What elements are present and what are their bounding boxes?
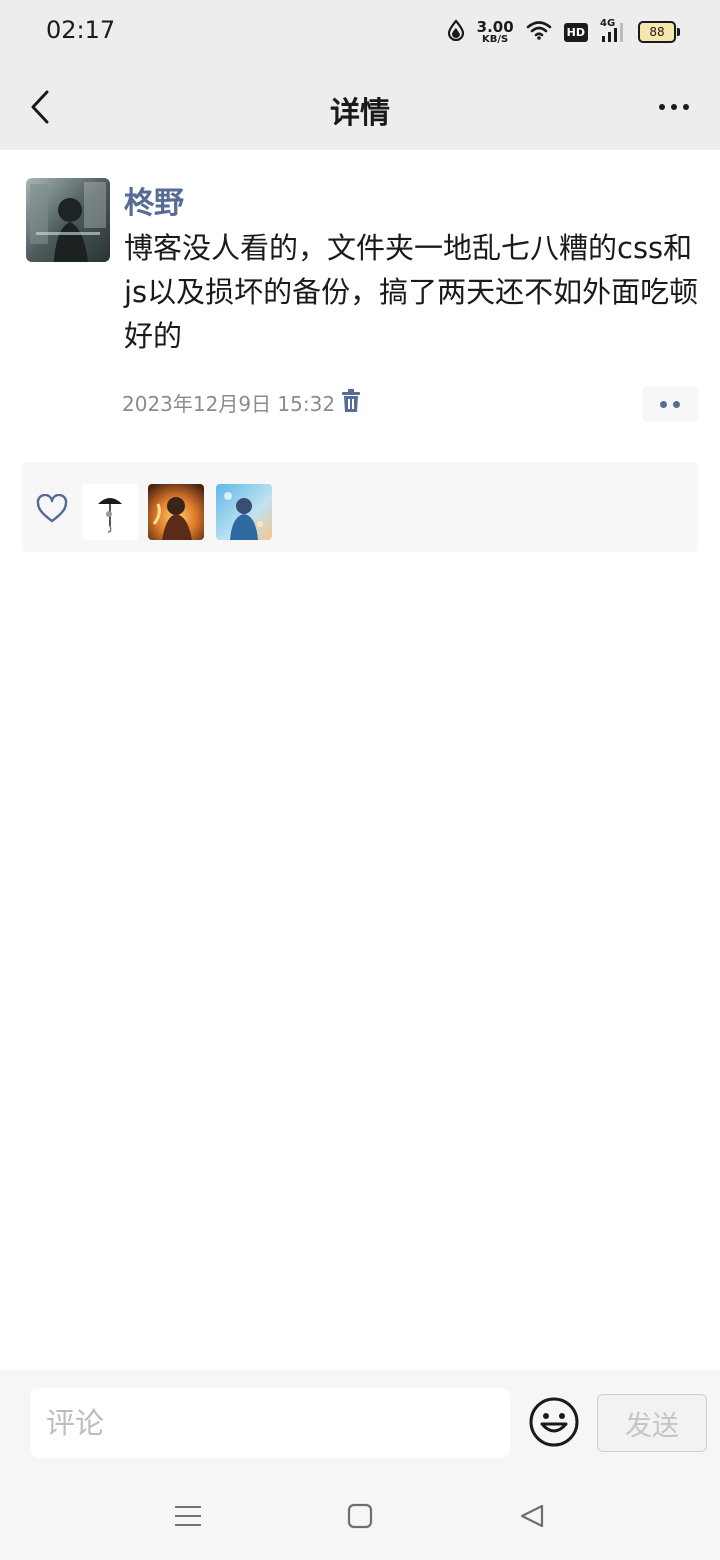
liker-avatar[interactable]: [82, 484, 138, 540]
triangle-back-icon: [520, 1504, 544, 1528]
more-dots-icon: [659, 104, 665, 110]
comment-bar: 发送: [0, 1370, 720, 1474]
post-timestamp: 2023年12月9日 15:32: [122, 392, 336, 416]
status-icons: 3.00 KB/S HD 4G 88: [447, 16, 680, 48]
delete-button[interactable]: [338, 386, 364, 416]
signal-label: 4G: [600, 18, 616, 29]
send-button[interactable]: 发送: [597, 1394, 707, 1452]
battery-indicator: 88: [638, 21, 680, 43]
home-button[interactable]: [340, 1498, 380, 1534]
liker-avatar[interactable]: [216, 484, 272, 540]
page-title: 详情: [330, 96, 390, 131]
net-speed-value: 3.00: [476, 17, 514, 36]
recent-apps-button[interactable]: [168, 1498, 208, 1534]
menu-icon: [175, 1506, 201, 1526]
like-comment-action-button[interactable]: [642, 386, 698, 422]
hd-badge: HD: [563, 22, 588, 42]
liker-avatar[interactable]: [148, 484, 204, 540]
status-bar: 02:17 3.00 KB/S HD 4G 88: [0, 0, 720, 64]
square-icon: [347, 1503, 373, 1529]
header: 详情: [0, 64, 720, 150]
author-name[interactable]: 柊野: [124, 178, 184, 222]
nav-back-button[interactable]: [512, 1498, 552, 1534]
wifi-icon: [526, 20, 552, 44]
two-dots-icon: [660, 400, 667, 408]
more-button[interactable]: [654, 92, 694, 122]
data-saver-icon: [447, 19, 465, 45]
net-speed: 3.00 KB/S: [476, 17, 514, 45]
trash-icon: [342, 389, 360, 412]
smiley-icon: [529, 1397, 579, 1447]
emoji-button[interactable]: [528, 1396, 580, 1448]
net-speed-unit: KB/S: [482, 33, 509, 45]
system-nav-bar: [0, 1474, 720, 1560]
comment-input[interactable]: [30, 1388, 510, 1458]
heart-outline-icon: [36, 494, 68, 523]
post-content: 博客没人看的，文件夹一地乱七八糟的css和js以及损坏的备份，搞了两天还不如外面…: [124, 231, 699, 353]
signal-icon: 4G: [600, 18, 626, 44]
status-time: 02:17: [46, 16, 116, 44]
avatar[interactable]: [26, 178, 110, 262]
likes-section: [22, 462, 698, 552]
